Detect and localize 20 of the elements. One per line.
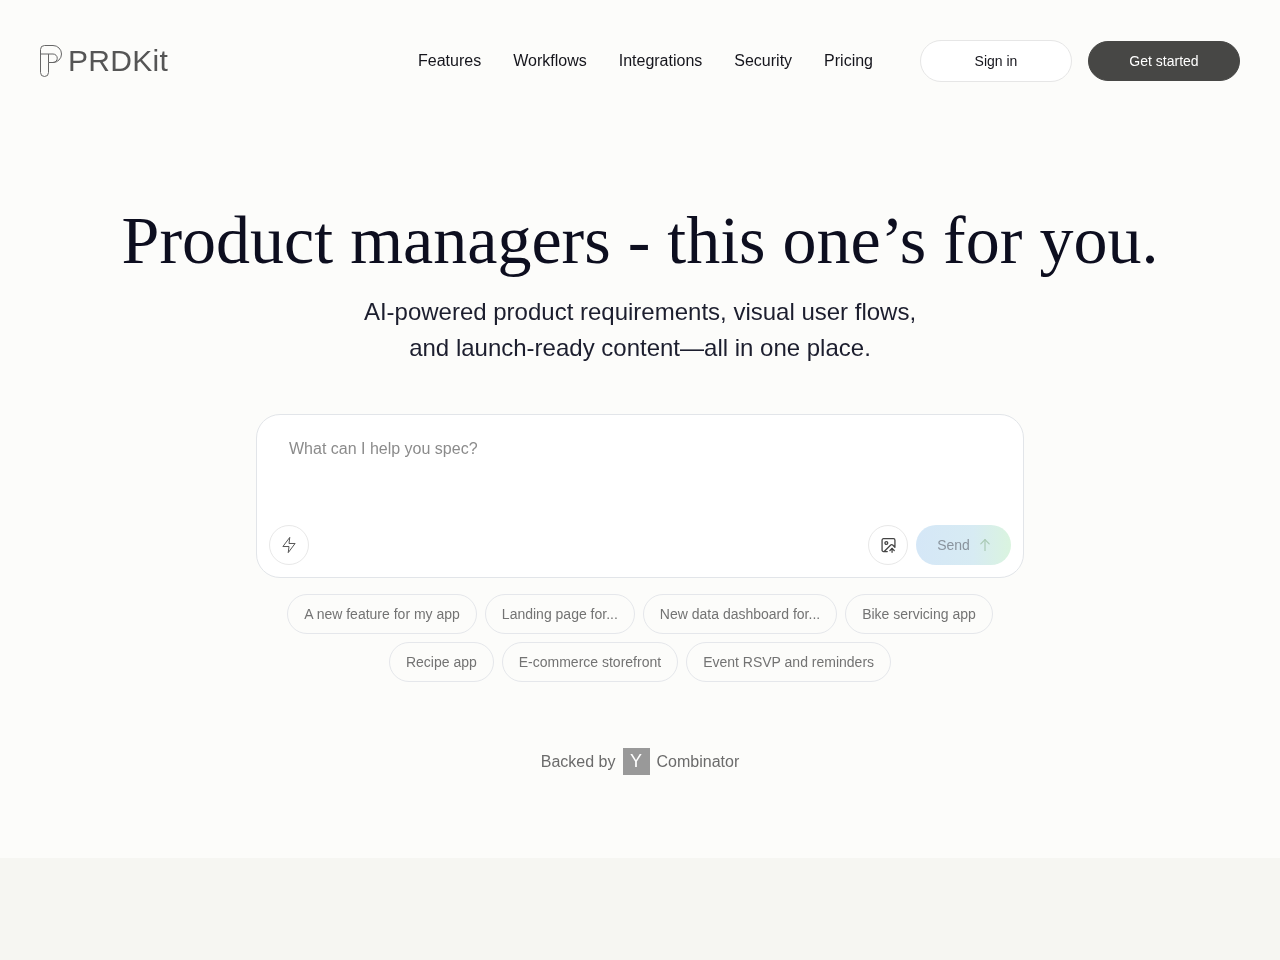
outline-button[interactable]: Sign in: [920, 40, 1072, 82]
brand-name: PRDKit: [68, 44, 169, 78]
logo-icon: [40, 45, 62, 77]
hero-title: Product managers - this one’s for you.: [121, 201, 1159, 280]
backed-by-text: Backed by: [540, 752, 616, 771]
lightning-icon: [281, 537, 297, 553]
nav-link[interactable]: Features: [418, 51, 482, 71]
primary-button[interactable]: Get started: [1088, 41, 1240, 81]
image-upload-icon: [880, 537, 896, 553]
yc-logo: Y: [622, 748, 650, 775]
hero-subtitle: AI-powered product requirements, visual user flows, and launch-ready content—all in one place.: [362, 297, 918, 363]
nav-link[interactable]: Pricing: [824, 51, 873, 71]
backed-by-text: Combinator: [656, 752, 740, 771]
nav-link[interactable]: Integrations: [618, 51, 703, 71]
image-upload-button[interactable]: [868, 525, 908, 565]
nav-link[interactable]: Security: [734, 51, 793, 71]
lightning-button[interactable]: [269, 525, 309, 565]
nav-link[interactable]: Workflows: [513, 51, 587, 71]
arrow-up-icon: [979, 539, 990, 551]
prompt-input[interactable]: What can I help you spec?: [289, 438, 991, 521]
